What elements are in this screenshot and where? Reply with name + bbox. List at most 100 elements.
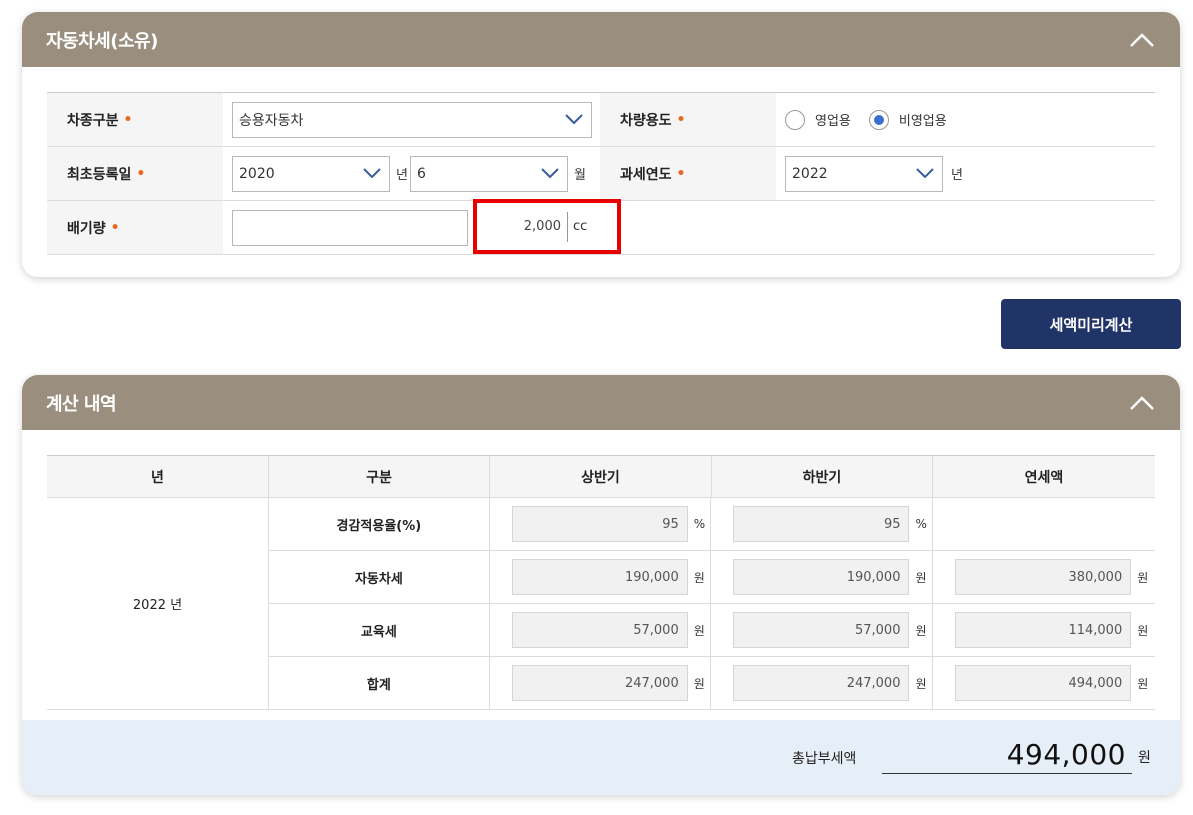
tax-year-cell: 2022 년 bbox=[776, 147, 1154, 200]
required-mark: • bbox=[676, 165, 686, 182]
value-box: 380,000 bbox=[955, 559, 1132, 595]
value-box: 247,000 bbox=[511, 665, 688, 701]
car-type-select[interactable]: 승용자동차 bbox=[232, 101, 592, 138]
first-half-cell: 95% bbox=[490, 498, 712, 550]
radio-dot bbox=[873, 114, 884, 125]
tax-year-label: 과세연도 • bbox=[600, 147, 776, 200]
tax-year-label-text: 과세연도 bbox=[620, 166, 672, 183]
first-reg-year-select[interactable]: 2020 bbox=[232, 155, 390, 192]
second-half-cell: 95% bbox=[711, 498, 934, 550]
annual-cell-empty bbox=[933, 498, 1155, 550]
displacement-cell: 2,000 cc bbox=[223, 199, 623, 254]
radio-circle bbox=[785, 109, 805, 130]
value-unit: 원 bbox=[1137, 623, 1149, 638]
required-mark: • bbox=[136, 165, 146, 182]
result-table: 년 구분 상반기 하반기 연세액 2022 년 경감적용율(%) 95% 95%… bbox=[47, 455, 1155, 710]
result-panel-header: 계산 내역 bbox=[22, 375, 1180, 430]
first-reg-month-value: 6 bbox=[416, 165, 426, 182]
second-half-cell: 190,000 원 bbox=[711, 551, 934, 603]
first-reg-label-text: 최초등록일 bbox=[67, 166, 132, 183]
radio-business-label: 영업용 bbox=[815, 114, 851, 129]
result-panel: 계산 내역 년 구분 상반기 하반기 연세액 2022 년 경감적용율(%) 9… bbox=[22, 375, 1180, 795]
required-mark: • bbox=[110, 219, 120, 236]
value-unit: 원 bbox=[915, 570, 927, 585]
chevron-down-icon bbox=[565, 112, 583, 128]
displacement-unit: cc bbox=[573, 219, 588, 234]
displacement-label: 배기량 • bbox=[47, 201, 223, 254]
value-unit: 원 bbox=[693, 623, 705, 638]
ownership-panel-header: 자동차세(소유) bbox=[22, 12, 1180, 67]
car-type-cell: 승용자동차 bbox=[223, 93, 600, 146]
displacement-label-text: 배기량 bbox=[67, 220, 106, 237]
year-unit: 년 bbox=[396, 168, 408, 183]
total-label: 총납부세액 bbox=[792, 751, 857, 767]
car-type-label: 차종구분 • bbox=[47, 93, 223, 146]
row-label: 교육세 bbox=[269, 604, 490, 656]
value-box: 95 bbox=[733, 506, 910, 542]
ownership-panel: 자동차세(소유) 차종구분 • 승용자동차 차량용도 • 영업용 비영업용 최초… bbox=[22, 12, 1180, 277]
chevron-up-icon[interactable] bbox=[1128, 393, 1156, 413]
displacement-value[interactable]: 2,000 bbox=[477, 211, 568, 242]
table-row: 교육세 57,000 원 57,000 원 114,000 원 bbox=[269, 604, 1155, 657]
first-half-cell: 190,000 원 bbox=[490, 551, 712, 603]
total-value-box: 494,000 bbox=[882, 736, 1132, 774]
header-first-half: 상반기 bbox=[490, 456, 712, 497]
annual-cell: 494,000 원 bbox=[933, 657, 1155, 709]
required-mark: • bbox=[676, 111, 686, 128]
form-row: 배기량 • 2,000 cc bbox=[47, 199, 1155, 255]
usage-label-text: 차량용도 bbox=[620, 112, 672, 129]
total-value: 494,000 bbox=[1006, 738, 1126, 771]
value-box: 114,000 bbox=[955, 612, 1132, 648]
value-box: 247,000 bbox=[733, 665, 910, 701]
second-half-cell: 247,000 원 bbox=[711, 657, 934, 709]
tax-year-select[interactable]: 2022 bbox=[785, 155, 943, 192]
chevron-up-icon[interactable] bbox=[1128, 30, 1156, 50]
header-year: 년 bbox=[47, 456, 269, 497]
value-unit: 원 bbox=[693, 676, 705, 691]
tax-year-value: 2022 bbox=[792, 165, 828, 182]
usage-cell: 영업용 비영업용 bbox=[776, 93, 1154, 146]
form-row: 최초등록일 • 2020 년 6 월 과세연도 • 2022 년 bbox=[47, 147, 1155, 201]
chevron-down-icon bbox=[541, 166, 559, 182]
result-rows: 경감적용율(%) 95% 95% 자동차세 190,000 원 190,000 원 … bbox=[269, 498, 1155, 710]
header-second-half: 하반기 bbox=[712, 456, 933, 497]
radio-business[interactable]: 영업용 bbox=[785, 109, 851, 130]
chevron-down-icon bbox=[916, 166, 934, 182]
required-mark: • bbox=[123, 111, 133, 128]
row-label: 경감적용율(%) bbox=[269, 498, 490, 550]
radio-circle-selected bbox=[868, 109, 889, 130]
first-reg-year-value: 2020 bbox=[239, 165, 275, 182]
value-box: 57,000 bbox=[733, 612, 910, 648]
tax-year-unit: 년 bbox=[951, 168, 963, 183]
first-reg-month-select[interactable]: 6 bbox=[409, 155, 568, 192]
header-category: 구분 bbox=[269, 456, 490, 497]
result-table-body: 2022 년 경감적용율(%) 95% 95% 자동차세 190,000 원 19… bbox=[47, 498, 1155, 710]
first-reg-label: 최초등록일 • bbox=[47, 147, 223, 200]
value-box: 57,000 bbox=[511, 612, 688, 648]
radio-nonbusiness-label: 비영업용 bbox=[898, 114, 947, 129]
result-table-header: 년 구분 상반기 하반기 연세액 bbox=[47, 456, 1155, 498]
annual-cell: 380,000 원 bbox=[933, 551, 1155, 603]
car-type-label-text: 차종구분 bbox=[67, 112, 119, 129]
value-unit: 원 bbox=[915, 676, 927, 691]
value-unit: % bbox=[915, 517, 927, 531]
annual-cell: 114,000 원 bbox=[933, 604, 1155, 656]
value-box: 494,000 bbox=[955, 665, 1132, 701]
table-row: 합계 247,000 원 247,000 원 494,000 원 bbox=[269, 657, 1155, 710]
chevron-down-icon bbox=[363, 166, 381, 182]
value-unit: 원 bbox=[693, 570, 705, 585]
value-unit: % bbox=[693, 517, 706, 531]
displacement-input[interactable] bbox=[232, 209, 468, 246]
total-unit: 원 bbox=[1138, 750, 1151, 766]
value-unit: 원 bbox=[915, 623, 927, 638]
table-row: 경감적용율(%) 95% 95% bbox=[269, 498, 1155, 551]
radio-nonbusiness[interactable]: 비영업용 bbox=[868, 109, 947, 130]
displacement-highlight: 2,000 cc bbox=[473, 199, 621, 254]
value-box: 95 bbox=[511, 506, 688, 542]
ownership-form: 차종구분 • 승용자동차 차량용도 • 영업용 비영업용 최초등록일 • 202… bbox=[47, 92, 1155, 255]
car-type-value: 승용자동차 bbox=[239, 112, 304, 129]
calculate-button[interactable]: 세액미리계산 bbox=[1001, 299, 1181, 349]
value-box: 190,000 bbox=[511, 559, 688, 595]
row-label: 자동차세 bbox=[269, 551, 490, 603]
value-box: 190,000 bbox=[733, 559, 910, 595]
